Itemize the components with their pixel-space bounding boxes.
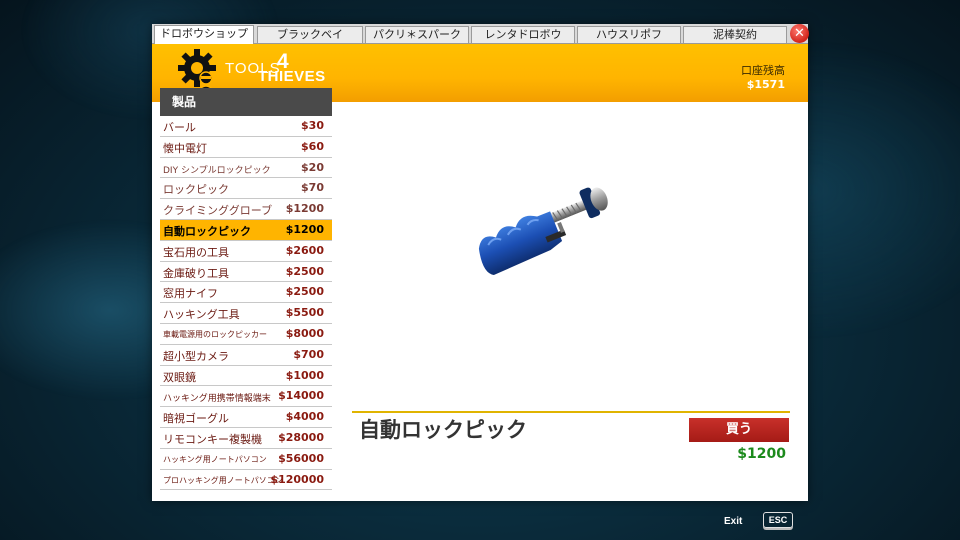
product-price: $1200: [285, 202, 324, 216]
auto-lockpick-tool-icon: [478, 187, 608, 276]
tab-house-ripoff[interactable]: ハウスリポフ: [577, 26, 681, 43]
product-name: 宝石用の工具: [163, 245, 229, 259]
product-row-binoculars[interactable]: 双眼鏡 $1000: [160, 366, 332, 387]
product-price: $2500: [285, 285, 324, 299]
product-row-flashlight[interactable]: 懐中電灯 $60: [160, 137, 332, 158]
product-row-hacking-laptop[interactable]: ハッキング用ノートパソコン $56000: [160, 449, 332, 470]
logo-thieves-text: THIEVES: [258, 68, 326, 85]
products-header: 製品: [160, 88, 332, 116]
product-name: プロハッキング用ノートパソコン: [163, 475, 283, 485]
product-price: $14000: [278, 389, 324, 403]
tab-thief-contract[interactable]: 泥棒契約: [683, 26, 787, 43]
tab-black-bay[interactable]: ブラックベイ: [257, 26, 363, 43]
product-price: $2500: [285, 264, 324, 278]
product-row-climbing-gloves[interactable]: クライミンググローブ $1200: [160, 199, 332, 220]
product-price: $30: [301, 119, 324, 132]
product-price: $60: [301, 139, 324, 153]
balance-label: 口座残高: [741, 64, 785, 77]
product-row-safe-cracking-tools[interactable]: 金庫破り工具 $2500: [160, 262, 332, 283]
product-row-lockpick[interactable]: ロックピック $70: [160, 178, 332, 200]
product-name: 超小型カメラ: [163, 349, 229, 363]
shop-window: ドロボウショップ ブラックベイ パクリ＊スパーク レンタドロボウ ハウスリポフ …: [152, 24, 809, 501]
product-name: ハッキング用携帯情報端末: [163, 394, 271, 405]
product-price: $4000: [285, 410, 324, 424]
tab-pakuri-spark[interactable]: パクリ＊スパーク: [365, 26, 469, 43]
exit-label: Exit: [724, 516, 743, 527]
product-name: リモコンキー複製機: [163, 432, 262, 446]
product-name: DIY シンプルロックピック: [163, 165, 271, 176]
product-name: ハッキング工具: [163, 308, 240, 322]
product-price: $5500: [285, 306, 324, 320]
product-row-jewelry-tools[interactable]: 宝石用の工具 $2600: [160, 241, 332, 262]
product-name: 双眼鏡: [163, 370, 196, 384]
product-price: $8000: [285, 326, 324, 340]
product-row-auto-lockpick[interactable]: 自動ロックピック $1200: [160, 219, 332, 241]
product-row-micro-camera[interactable]: 超小型カメラ $700: [160, 345, 332, 366]
balance-value: $1571: [746, 78, 785, 91]
product-price: $28000: [278, 430, 324, 444]
selected-product-name: 自動ロックピック: [359, 418, 527, 442]
product-row-hacking-tools[interactable]: ハッキング工具 $5500: [160, 303, 332, 324]
buy-button[interactable]: 買う: [689, 418, 789, 442]
product-name: ロックピック: [163, 183, 229, 197]
product-list: バール $30 懐中電灯 $60 DIY シンプルロックピック $20 ロックピ…: [160, 116, 332, 491]
product-price: $700: [293, 347, 324, 361]
product-name: クライミンググローブ: [163, 204, 273, 218]
product-price: $20: [301, 160, 324, 174]
tab-dorobou-shop[interactable]: ドロボウショップ: [154, 25, 254, 44]
product-name: 車載電源用のロックピッカー: [163, 329, 267, 339]
product-row-diy-lockpick[interactable]: DIY シンプルロックピック $20: [160, 158, 332, 179]
product-name: 自動ロックピック: [163, 224, 251, 238]
product-row-key-cloner[interactable]: リモコンキー複製機 $28000: [160, 428, 332, 449]
product-price: $56000: [278, 451, 324, 465]
detail-divider: [352, 411, 790, 413]
product-row-crowbar[interactable]: バール $30: [160, 116, 332, 137]
gear-thief-icon: [178, 49, 216, 92]
esc-key-button[interactable]: ESC: [763, 512, 793, 528]
product-name: 金庫破り工具: [163, 266, 229, 280]
tab-bar: ドロボウショップ ブラックベイ パクリ＊スパーク レンタドロボウ ハウスリポフ …: [152, 24, 809, 44]
product-row-pro-hacking-laptop[interactable]: プロハッキング用ノートパソコン $120000: [160, 470, 332, 491]
product-price: $1200: [285, 222, 324, 236]
product-name: 懐中電灯: [163, 141, 207, 155]
tab-renta-dorobou[interactable]: レンタドロボウ: [471, 26, 575, 43]
product-name: 暗視ゴーグル: [163, 412, 229, 426]
product-row-car-lockpicker[interactable]: 車載電源用のロックピッカー $8000: [160, 324, 332, 345]
product-row-window-knife[interactable]: 窓用ナイフ $2500: [160, 282, 332, 304]
product-price: $70: [301, 181, 324, 195]
product-name: バール: [163, 121, 196, 134]
product-price: $120000: [270, 472, 324, 486]
product-price: $1000: [285, 368, 324, 382]
product-price: $2600: [285, 243, 324, 257]
close-icon[interactable]: ✕: [790, 24, 809, 43]
product-name: 窓用ナイフ: [163, 287, 218, 301]
product-row-night-vision-goggles[interactable]: 暗視ゴーグル $4000: [160, 407, 332, 428]
product-name: ハッキング用ノートパソコン: [163, 454, 267, 464]
product-row-hacking-pda[interactable]: ハッキング用携帯情報端末 $14000: [160, 386, 332, 408]
selected-product-price: $1200: [737, 446, 786, 462]
